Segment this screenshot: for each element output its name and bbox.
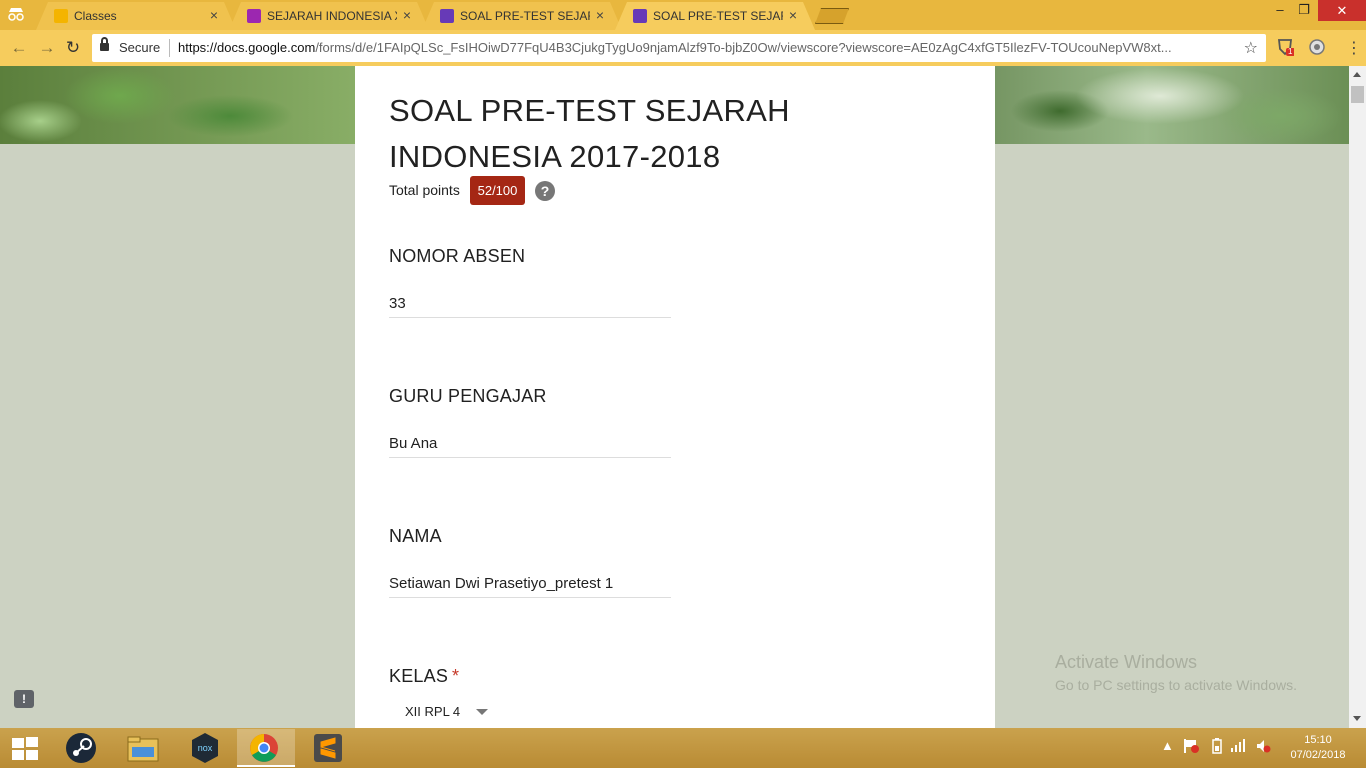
- question-title-nomor-absen: NOMOR ABSEN: [389, 246, 526, 266]
- tray-battery-icon[interactable]: [1211, 738, 1223, 757]
- tab-close-icon[interactable]: ×: [403, 7, 411, 23]
- question-title-text: KELAS: [389, 666, 449, 686]
- tab-title: Classes: [74, 9, 117, 23]
- question-title-kelas: KELAS *: [389, 666, 459, 687]
- score-badge: 52/100: [470, 176, 525, 205]
- forms-favicon-icon: [440, 9, 454, 23]
- tab-close-icon[interactable]: ×: [210, 7, 218, 23]
- forms-favicon-icon: [633, 9, 647, 23]
- classroom-favicon-icon: [247, 9, 261, 23]
- back-arrow-icon[interactable]: ←: [8, 37, 30, 59]
- menu-kebab-icon[interactable]: ⋮: [1346, 38, 1362, 58]
- url-path: /forms/d/e/1FAIpQLSc_FsIHOiwD77FqU4B3Cju…: [315, 40, 1172, 55]
- forward-arrow-icon[interactable]: →: [36, 37, 58, 59]
- tab-soal-pretest[interactable]: SOAL PRE-TEST SEJARAH ×: [422, 2, 622, 30]
- required-asterisk: *: [452, 666, 460, 686]
- secure-label: Secure: [119, 40, 161, 55]
- tray-overflow-icon[interactable]: ▲: [1161, 738, 1174, 753]
- taskbar-sublime-text-icon[interactable]: [300, 729, 358, 767]
- address-bar[interactable]: Secure https://docs.google.com/forms/d/e…: [92, 34, 1266, 62]
- taskbar-clock[interactable]: 15:10 07/02/2018: [1282, 733, 1354, 763]
- vertical-scrollbar[interactable]: [1349, 66, 1366, 728]
- form-title: SOAL PRE-TEST SEJARAH INDONESIA 2017-201…: [389, 93, 790, 174]
- answer-nomor-absen: 33: [389, 292, 671, 318]
- ublock-extension-icon[interactable]: 1: [1276, 38, 1295, 56]
- minimize-button[interactable]: –: [1268, 2, 1292, 22]
- scroll-down-icon[interactable]: [1353, 716, 1361, 721]
- help-icon[interactable]: ?: [535, 181, 555, 201]
- tab-close-icon[interactable]: ×: [789, 7, 797, 23]
- bookmark-star-icon[interactable]: ☆: [1244, 38, 1258, 58]
- taskbar-nox-icon[interactable]: nox: [176, 729, 234, 767]
- activate-windows-watermark: Activate Windows Go to PC settings to ac…: [1055, 652, 1297, 693]
- chevron-down-icon[interactable]: [476, 709, 488, 715]
- url-divider: [169, 39, 170, 57]
- extension-badge: 1: [1288, 47, 1293, 56]
- scroll-thumb[interactable]: [1351, 86, 1364, 103]
- feedback-icon[interactable]: !: [14, 690, 34, 708]
- browser-toolbar: ← → ↻ Secure https://docs.google.com/for…: [0, 30, 1366, 66]
- page-viewport: SOAL PRE-TEST SEJARAH INDONESIA 2017-201…: [0, 66, 1349, 728]
- new-tab-button[interactable]: [815, 8, 849, 24]
- kelas-dropdown-value[interactable]: XII RPL 4: [405, 704, 460, 719]
- maximize-button[interactable]: ❐: [1292, 2, 1316, 22]
- answer-nama: Setiawan Dwi Prasetiyo_pretest 1: [389, 572, 671, 598]
- tab-classes[interactable]: Classes ×: [36, 2, 236, 30]
- question-title-guru-pengajar: GURU PENGAJAR: [389, 386, 547, 406]
- taskbar-chrome-icon[interactable]: [237, 729, 295, 767]
- tray-flag-icon[interactable]: [1183, 738, 1199, 757]
- taskbar-steam-icon[interactable]: [54, 729, 112, 767]
- extension-circle-icon[interactable]: [1308, 38, 1326, 56]
- watermark-title: Activate Windows: [1055, 652, 1198, 672]
- form-card: SOAL PRE-TEST SEJARAH INDONESIA 2017-201…: [355, 66, 995, 728]
- taskbar-file-explorer-icon[interactable]: [114, 729, 172, 767]
- scroll-up-icon[interactable]: [1353, 72, 1361, 77]
- classroom-favicon-icon: [54, 9, 68, 23]
- windows-start-icon[interactable]: [10, 737, 40, 761]
- url-host: https://docs.google.com: [178, 40, 316, 55]
- reload-icon[interactable]: ↻: [62, 37, 84, 59]
- svg-text:nox: nox: [198, 743, 213, 753]
- windows-taskbar: nox ▲ 15:10 07/02/2018: [0, 728, 1366, 768]
- tab-strip: Classes × SEJARAH INDONESIA XII × SOAL P…: [0, 0, 1366, 30]
- watermark-subtitle: Go to PC settings to activate Windows.: [1055, 677, 1297, 693]
- profile-icon[interactable]: [4, 6, 28, 24]
- window-close-button[interactable]: ✕: [1318, 0, 1366, 21]
- tab-title: SOAL PRE-TEST SEJARAH: [653, 9, 783, 23]
- tab-title: SEJARAH INDONESIA XII: [267, 9, 397, 23]
- clock-time: 15:10: [1304, 734, 1332, 746]
- tab-close-icon[interactable]: ×: [596, 7, 604, 23]
- tray-signal-icon[interactable]: [1230, 738, 1246, 755]
- tab-sejarah-indonesia[interactable]: SEJARAH INDONESIA XII ×: [229, 2, 429, 30]
- question-title-nama: NAMA: [389, 526, 442, 546]
- total-points-label: Total points: [389, 182, 460, 198]
- tab-title: SOAL PRE-TEST SEJARAH: [460, 9, 590, 23]
- tray-volume-muted-icon[interactable]: [1255, 738, 1271, 757]
- answer-guru-pengajar: Bu Ana: [389, 432, 671, 458]
- tab-soal-pretest-active[interactable]: SOAL PRE-TEST SEJARAH ×: [615, 2, 815, 30]
- url-text[interactable]: https://docs.google.com/forms/d/e/1FAIpQ…: [178, 40, 1228, 55]
- lock-icon: [100, 37, 109, 52]
- clock-date: 07/02/2018: [1290, 749, 1346, 761]
